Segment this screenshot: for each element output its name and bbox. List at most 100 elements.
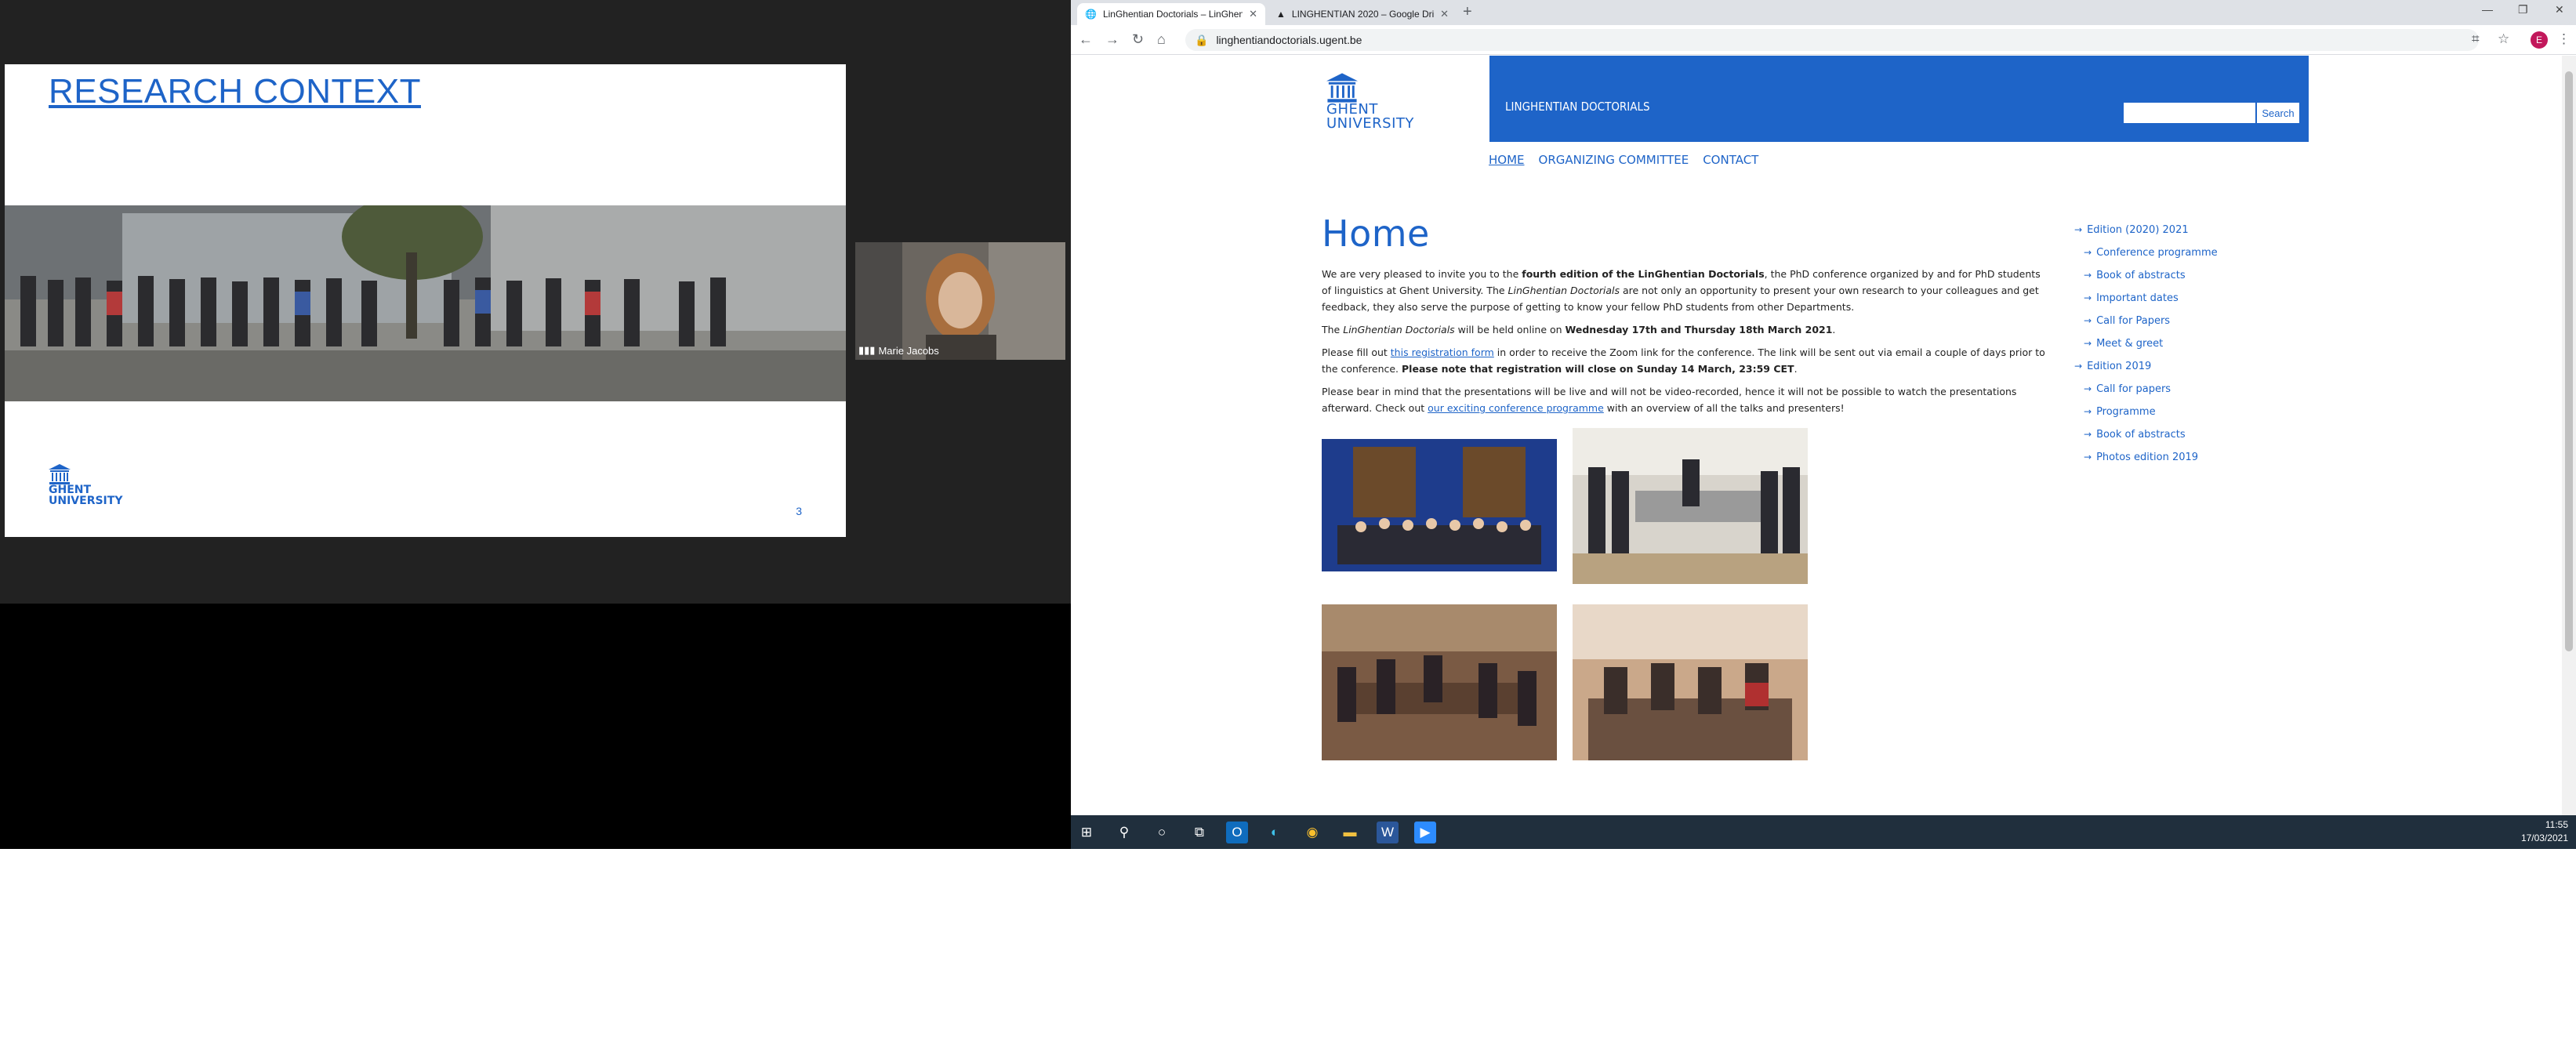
site-logo-line2: UNIVERSITY [1326,115,1414,132]
edge-icon[interactable]: ◐ [1264,822,1286,843]
system-clock[interactable]: 11:55 17/03/2021 [2521,818,2568,845]
slide-logo-line1: GHENT [49,484,92,496]
forward-icon[interactable]: → [1105,31,1119,48]
globe-icon: 🌐 [1085,9,1097,20]
gallery-photo-3[interactable] [1322,604,1557,760]
chrome-icon[interactable]: ◉ [1301,822,1323,843]
sidebar-item-meet-and-greet[interactable]: → Meet & greet [2074,332,2218,355]
sidebar-item-call-for-papers[interactable]: → Call for Papers [2074,310,2218,332]
reload-icon[interactable]: ↻ [1132,31,1144,48]
tab-linghentian-doctorials[interactable]: 🌐 LinGhentian Doctorials – LinGhentian ✕ [1077,3,1265,25]
close-tab-icon[interactable]: ✕ [1249,8,1257,20]
minimize-icon[interactable]: — [2482,3,2493,16]
dates-paragraph: The LinGhentian Doctorials will be held … [1322,324,1836,336]
arrow-right-icon: → [2074,361,2083,372]
task-view-icon[interactable]: ⧉ [1188,822,1210,843]
nav-contact[interactable]: CONTACT [1703,153,1758,167]
menu-kebab-icon[interactable]: ⋮ [2557,31,2571,47]
bookmark-star-icon[interactable]: ☆ [2498,31,2509,47]
gallery-photo-2[interactable] [1573,428,1808,584]
nav-organizing-committee[interactable]: ORGANIZING COMMITTEE [1539,153,1689,167]
slide-title: RESEARCH CONTEXT [49,72,421,111]
restore-icon[interactable]: ❐ [2518,3,2528,16]
sidebar-item-conference-programme[interactable]: → Conference programme [2074,241,2218,264]
sidebar-item-edition-2019[interactable]: → Edition 2019 [2074,355,2218,378]
windows-taskbar: ⊞ ⚲ ○ ⧉ O ◐ ◉ ▬ W ▶ 11:55 17/03/2021 [1071,815,2576,849]
tab-title: LinGhentian Doctorials – LinGhentian [1102,9,1243,20]
new-tab-button[interactable]: + [1463,3,1472,21]
scrollbar-thumb[interactable] [2565,71,2573,651]
address-bar[interactable]: 🔒 linghentiandoctorials.ugent.be [1185,29,2479,51]
sidebar-item-programme-2019[interactable]: → Programme [2074,401,2218,423]
participant-video-tile[interactable]: ▮▮▮ Marie Jacobs [855,242,1065,360]
site-header-banner: LINGHENTIAN DOCTORIALS Search [1489,56,2309,142]
slide-ugent-logo: GHENT UNIVERSITY [49,464,122,506]
zoom-share-area: RESEARCH CONTEXT GHENT UNIVERSITY 3 ▮▮▮ … [0,0,1071,604]
site-sidebar-nav: → Edition (2020) 2021 → Conference program… [2074,219,2218,469]
google-drive-icon: ▲ [1276,9,1286,20]
windows-start-icon[interactable]: ⊞ [1076,822,1098,843]
outlook-icon[interactable]: O [1226,822,1248,843]
page-content: We are very pleased to invite you to the… [1322,266,2051,423]
site-main-nav: HOME ORGANIZING COMMITTEE CONTACT [1489,153,1758,167]
cortana-icon[interactable]: ○ [1151,822,1173,843]
arrow-right-icon: → [2084,338,2092,349]
page-scrollbar[interactable] [2562,56,2576,815]
empty-area [0,849,2576,1041]
gallery-photo-4[interactable] [1573,604,1808,760]
qr-code-icon[interactable]: ⌗ [2472,31,2480,47]
gallery-photo-1[interactable] [1322,439,1557,571]
web-page: GHENT UNIVERSITY LINGHENTIAN DOCTORIALS … [1071,56,2562,815]
word-icon[interactable]: W [1377,822,1399,843]
clock-time: 11:55 [2545,819,2568,830]
arrow-right-icon: → [2084,247,2092,258]
arrow-right-icon: → [2084,406,2092,417]
desktop-screen: RESEARCH CONTEXT GHENT UNIVERSITY 3 ▮▮▮ … [0,0,2576,849]
site-search-input[interactable] [2124,103,2255,123]
back-icon[interactable]: ← [1079,31,1093,48]
queue-photo-image [5,205,846,401]
sidebar-item-edition-2021[interactable]: → Edition (2020) 2021 [2074,219,2218,241]
sidebar-item-photos-2019[interactable]: → Photos edition 2019 [2074,446,2218,469]
url-text: linghentiandoctorials.ugent.be [1216,34,1362,46]
participant-name-label: ▮▮▮ Marie Jacobs [858,344,939,357]
profile-avatar[interactable]: E [2531,31,2548,49]
arrow-right-icon: → [2084,452,2092,462]
sidebar-item-book-of-abstracts-2019[interactable]: → Book of abstracts [2074,423,2218,446]
sidebar-item-call-for-papers-2019[interactable]: → Call for papers [2074,378,2218,401]
signal-bars-icon: ▮▮▮ [858,344,876,356]
close-window-icon[interactable]: ✕ [2555,3,2564,16]
zoom-icon[interactable]: ▶ [1414,822,1436,843]
conference-programme-link[interactable]: our exciting conference programme [1428,402,1604,414]
tab-title: LINGHENTIAN 2020 – Google Drive [1291,9,1435,20]
programme-paragraph: Please bear in mind that the presentatio… [1322,386,2017,414]
close-tab-icon[interactable]: ✕ [1440,8,1449,20]
slide-photo [5,205,846,401]
file-explorer-icon[interactable]: ▬ [1339,822,1361,843]
site-ugent-logo[interactable]: GHENT UNIVERSITY [1326,73,1414,131]
slide-logo-line2: UNIVERSITY [49,495,123,507]
participant-name: Marie Jacobs [878,344,939,357]
slide-page-number: 3 [796,505,802,517]
site-search-button[interactable]: Search [2257,103,2299,123]
arrow-right-icon: → [2084,292,2092,303]
ugent-building-icon [49,464,71,484]
arrow-right-icon: → [2084,429,2092,440]
page-heading: Home [1322,212,1430,255]
nav-home[interactable]: HOME [1489,153,1525,167]
tab-google-drive[interactable]: ▲ LINGHENTIAN 2020 – Google Drive ✕ [1268,3,1457,25]
tab-strip: 🌐 LinGhentian Doctorials – LinGhentian ✕… [1071,0,2576,25]
home-icon[interactable]: ⌂ [1157,31,1166,48]
intro-paragraph: We are very pleased to invite you to the… [1322,268,2041,313]
shared-slide: RESEARCH CONTEXT GHENT UNIVERSITY 3 [5,64,846,537]
clock-date: 17/03/2021 [2520,832,2568,843]
browser-toolbar: ← → ↻ ⌂ 🔒 linghentiandoctorials.ugent.be… [1071,25,2576,55]
site-name[interactable]: LINGHENTIAN DOCTORIALS [1505,100,1650,114]
registration-paragraph: Please fill out this registration form i… [1322,346,2045,375]
sidebar-item-book-of-abstracts[interactable]: → Book of abstracts [2074,264,2218,287]
zoom-meeting-window: RESEARCH CONTEXT GHENT UNIVERSITY 3 ▮▮▮ … [0,0,1071,849]
registration-form-link[interactable]: this registration form [1391,346,1494,358]
sidebar-item-important-dates[interactable]: → Important dates [2074,287,2218,310]
search-icon[interactable]: ⚲ [1113,822,1135,843]
arrow-right-icon: → [2074,224,2083,235]
